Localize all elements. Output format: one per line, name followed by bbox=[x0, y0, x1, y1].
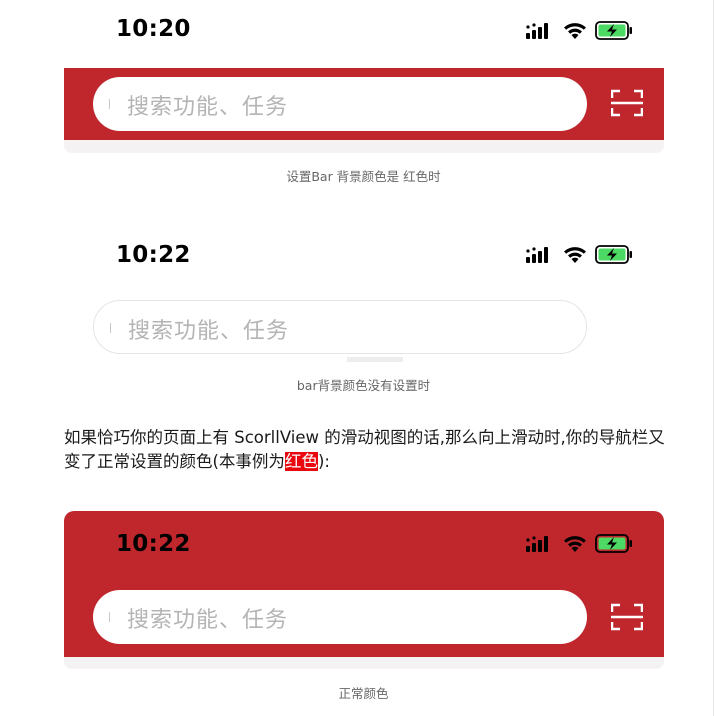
screenshot-no-bar-color: 10:22 搜索功能、任务 bbox=[64, 226, 664, 366]
status-icons bbox=[526, 20, 636, 42]
nav-bar-red: 搜索功能、任务 bbox=[64, 68, 664, 140]
battery-charging-icon bbox=[595, 21, 632, 40]
wifi-icon bbox=[564, 247, 586, 263]
content-strip bbox=[64, 657, 664, 669]
status-bar: 10:22 bbox=[64, 511, 664, 571]
status-icons bbox=[526, 244, 636, 266]
search-input[interactable]: 搜索功能、任务 bbox=[93, 77, 587, 131]
highlighted-text: 红色 bbox=[284, 452, 318, 471]
nav-bar-red: 10:22 搜索功能、任务 bbox=[64, 511, 664, 657]
paragraph-text: ): bbox=[317, 452, 330, 471]
cellular-signal-icon bbox=[526, 23, 548, 39]
text-cursor bbox=[110, 323, 111, 333]
search-input[interactable]: 搜索功能、任务 bbox=[93, 590, 587, 644]
status-bar: 10:20 bbox=[64, 0, 664, 60]
paragraph-line-2: 变了正常设置的颜色(本事例为红色): bbox=[64, 450, 674, 474]
battery-charging-icon bbox=[595, 534, 632, 553]
status-icons bbox=[526, 533, 636, 555]
article-page: 10:20 搜索功能、任务 设置Bar 背景颜色是 红色时 10:22 搜索功能… bbox=[0, 0, 717, 716]
status-bar: 10:22 bbox=[64, 226, 664, 286]
search-placeholder: 搜索功能、任务 bbox=[127, 608, 289, 633]
scan-icon[interactable] bbox=[611, 603, 643, 631]
caption-red-bar: 设置Bar 背景颜色是 红色时 bbox=[286, 169, 441, 184]
screenshot-red-bar: 10:20 搜索功能、任务 bbox=[64, 0, 664, 155]
wifi-icon bbox=[564, 536, 586, 552]
screenshot-normal-color: 10:22 搜索功能、任务 bbox=[64, 511, 664, 671]
status-time: 10:20 bbox=[116, 16, 191, 42]
status-time: 10:22 bbox=[116, 242, 191, 268]
battery-charging-icon bbox=[595, 245, 632, 264]
article-paragraph: 如果恰巧你的页面上有 ScorllView 的滑动视图的话,那么向上滑动时,你的… bbox=[64, 426, 674, 474]
status-time: 10:22 bbox=[116, 531, 191, 557]
cellular-signal-icon bbox=[526, 536, 548, 552]
text-cursor bbox=[109, 612, 110, 622]
search-input[interactable]: 搜索功能、任务 bbox=[93, 300, 587, 354]
content-strip bbox=[64, 140, 664, 153]
caption-no-bar-color: bar背景颜色没有设置时 bbox=[296, 378, 431, 393]
caption-normal-color: 正常颜色 bbox=[338, 686, 389, 701]
cellular-signal-icon bbox=[526, 247, 548, 263]
paragraph-line-1: 如果恰巧你的页面上有 ScorllView 的滑动视图的话,那么向上滑动时,你的… bbox=[64, 428, 665, 447]
content-strip bbox=[347, 357, 403, 362]
search-placeholder: 搜索功能、任务 bbox=[128, 319, 290, 344]
paragraph-text: 变了正常设置的颜色(本事例为 bbox=[64, 452, 285, 471]
wifi-icon bbox=[564, 23, 586, 39]
page-edge-divider bbox=[713, 0, 714, 716]
text-cursor bbox=[109, 99, 110, 109]
search-placeholder: 搜索功能、任务 bbox=[127, 95, 289, 120]
scan-icon[interactable] bbox=[611, 89, 643, 117]
